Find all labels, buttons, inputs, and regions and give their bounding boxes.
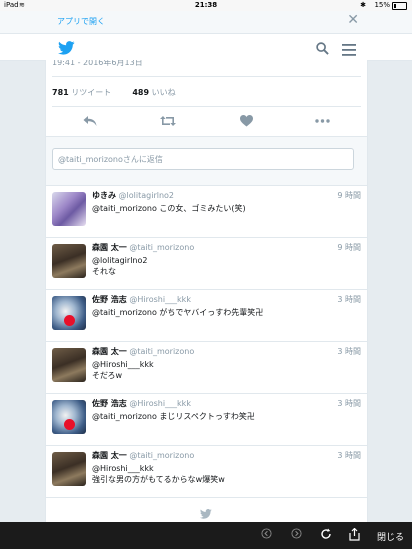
retweet-count[interactable]: 781: [52, 88, 69, 97]
close-icon[interactable]: ✕: [347, 12, 359, 28]
display-name[interactable]: 森園 太一: [92, 347, 127, 356]
tweet-header: 森園 太一 @taiti_morizono: [92, 242, 194, 253]
forward-icon[interactable]: [291, 528, 302, 542]
avatar[interactable]: [52, 192, 86, 226]
display-name[interactable]: ゆきみ: [92, 191, 116, 200]
reply-tweet[interactable]: 森園 太一 @taiti_morizono 3 時間 @Hiroshi___kk…: [46, 445, 367, 498]
divider: [52, 106, 361, 107]
like-label: いいね: [151, 88, 176, 97]
tweet-line: @taiti_morizono まじリスペクトっすわ笑卍: [92, 412, 255, 421]
user-handle[interactable]: @taiti_morizono: [129, 451, 194, 460]
more-icon[interactable]: [315, 112, 330, 131]
reply-tweet[interactable]: 森園 太一 @taiti_morizono 9 時間 @lolitagirlno…: [46, 237, 367, 290]
tweet-line: @lolitagirlno2: [92, 256, 148, 265]
battery-icon: [392, 2, 407, 10]
tweet-header: ゆきみ @lolitagirlno2: [92, 190, 174, 201]
avatar[interactable]: [52, 296, 86, 330]
user-handle[interactable]: @Hiroshi___kkk: [129, 295, 191, 304]
user-handle[interactable]: @taiti_morizono: [129, 243, 194, 252]
tweet-text: @taiti_morizono がちでヤバイっすわ先輩笑卍: [92, 307, 354, 318]
like-count[interactable]: 489: [132, 88, 149, 97]
tweet-text: @Hiroshi___kkk そだろw: [92, 359, 354, 381]
tweet-time[interactable]: 9 時間: [337, 242, 361, 253]
search-icon[interactable]: [316, 40, 329, 59]
tweet-actions: [46, 108, 367, 130]
display-name[interactable]: 森園 太一: [92, 243, 127, 252]
tweet-header: 森園 太一 @taiti_morizono: [92, 346, 194, 357]
back-icon[interactable]: [261, 528, 272, 542]
tweet-line: そだろw: [92, 371, 123, 380]
user-handle[interactable]: @Hiroshi___kkk: [129, 399, 191, 408]
tweet-card: 19:41 - 2016年6月13日 781 リツイート 489 いいね @ta…: [45, 60, 368, 522]
tweet-time[interactable]: 3 時間: [337, 294, 361, 305]
tweet-line: @taiti_morizono がちでヤバイっすわ先輩笑卍: [92, 308, 264, 317]
tweet-line: @taiti_morizono この女、ゴミみたい(笑): [92, 204, 246, 213]
bluetooth-icon: ✱: [360, 1, 366, 9]
reply-tweet[interactable]: 森園 太一 @taiti_morizono 3 時間 @Hiroshi___kk…: [46, 341, 367, 394]
tweet-text: @lolitagirlno2 それな: [92, 255, 354, 277]
like-icon[interactable]: [240, 112, 253, 131]
battery-percentage: 15%: [374, 1, 390, 9]
reload-icon[interactable]: [320, 528, 332, 543]
close-button[interactable]: 閉じる: [377, 530, 404, 543]
tweet-text: @taiti_morizono まじリスペクトっすわ笑卍: [92, 411, 354, 422]
tweet-time[interactable]: 3 時間: [337, 398, 361, 409]
user-handle[interactable]: @taiti_morizono: [129, 347, 194, 356]
tweet-time[interactable]: 3 時間: [337, 450, 361, 461]
twitter-navbar: [0, 34, 412, 61]
reply-icon[interactable]: [83, 112, 97, 131]
tweet-line: @Hiroshi___kkk: [92, 360, 154, 369]
app-banner: アプリで開く ✕: [0, 11, 412, 34]
divider: [52, 76, 361, 77]
tweet-timestamp: 19:41 - 2016年6月13日: [52, 60, 143, 67]
reply-tweet[interactable]: ゆきみ @lolitagirlno2 9 時間 @taiti_morizono …: [46, 185, 367, 238]
display-name[interactable]: 佐野 浩志: [92, 399, 127, 408]
user-handle[interactable]: @lolitagirlno2: [119, 191, 174, 200]
open-in-app-link[interactable]: アプリで開く: [57, 16, 105, 27]
twitter-bird-icon[interactable]: [58, 40, 75, 59]
tweet-header: 森園 太一 @taiti_morizono: [92, 450, 194, 461]
retweet-icon[interactable]: [160, 112, 176, 131]
avatar[interactable]: [52, 452, 86, 486]
tweet-text: @Hiroshi___kkk 強引な男の方がもてるからなw爆笑w: [92, 463, 354, 485]
display-name[interactable]: 森園 太一: [92, 451, 127, 460]
tweet-time[interactable]: 3 時間: [337, 346, 361, 357]
reply-area: @taiti_morizonoさんに返信: [46, 136, 367, 186]
status-bar: iPad ≋ 21:38 ✱ 15%: [0, 0, 412, 11]
tweet-stats: 781 リツイート 489 いいね: [52, 87, 176, 98]
retweet-label: リツイート: [71, 88, 112, 97]
tweet-text: @taiti_morizono この女、ゴミみたい(笑): [92, 203, 354, 214]
avatar[interactable]: [52, 348, 86, 382]
avatar[interactable]: [52, 244, 86, 278]
reply-tweet[interactable]: 佐野 浩志 @Hiroshi___kkk 3 時間 @taiti_morizon…: [46, 393, 367, 446]
tweet-time[interactable]: 9 時間: [337, 190, 361, 201]
reply-tweet[interactable]: 佐野 浩志 @Hiroshi___kkk 3 時間 @taiti_morizon…: [46, 289, 367, 342]
tweet-line: それな: [92, 267, 116, 276]
share-icon[interactable]: [349, 527, 360, 544]
tweet-line: @Hiroshi___kkk: [92, 464, 154, 473]
tweet-header: 佐野 浩志 @Hiroshi___kkk: [92, 294, 191, 305]
menu-icon[interactable]: [342, 41, 356, 60]
tweet-line: 強引な男の方がもてるからなw爆笑w: [92, 475, 225, 484]
display-name[interactable]: 佐野 浩志: [92, 295, 127, 304]
twitter-bird-icon: [199, 504, 212, 522]
reply-input[interactable]: @taiti_morizonoさんに返信: [52, 148, 354, 170]
avatar[interactable]: [52, 400, 86, 434]
status-time: 21:38: [194, 1, 218, 9]
tweet-header: 佐野 浩志 @Hiroshi___kkk: [92, 398, 191, 409]
browser-toolbar: 閉じる: [0, 522, 412, 549]
